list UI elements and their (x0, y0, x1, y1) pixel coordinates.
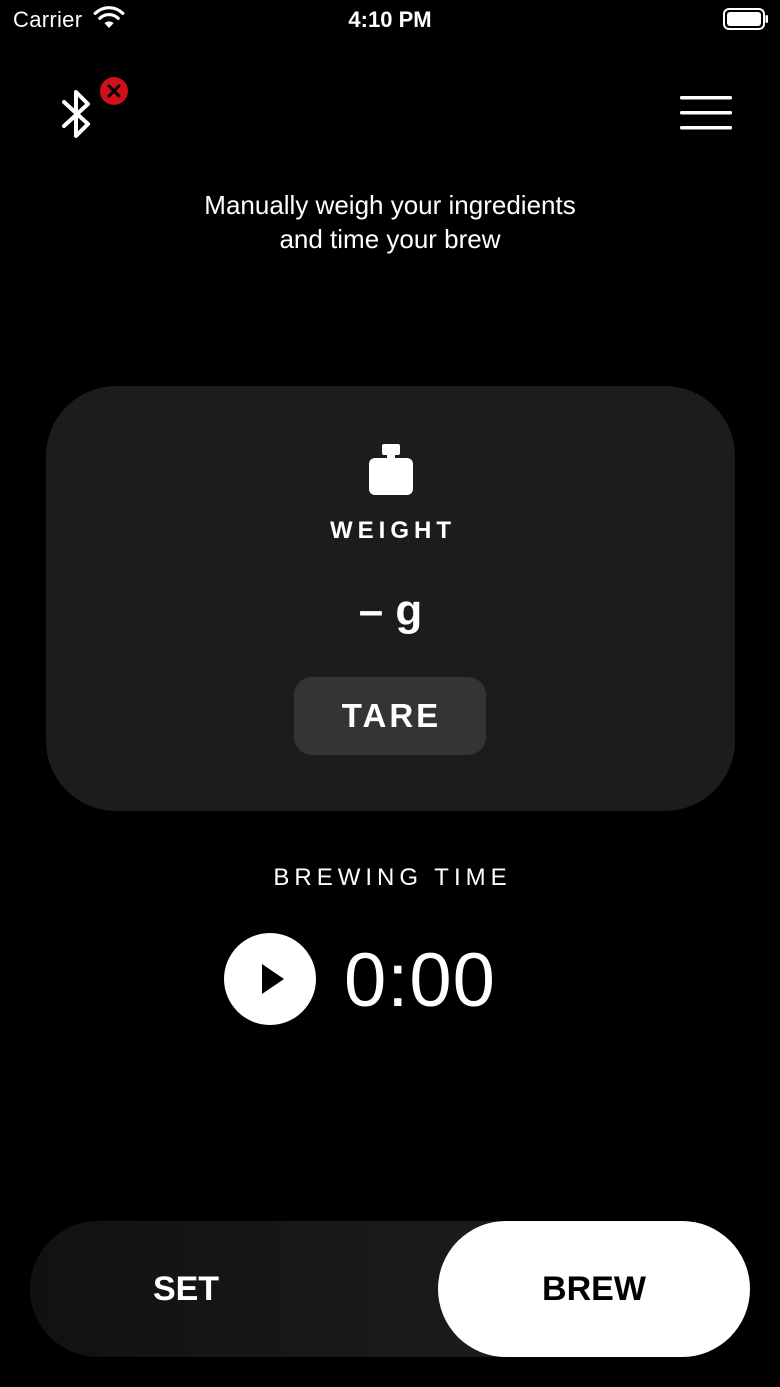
bluetooth-icon (62, 90, 90, 138)
play-icon (262, 964, 284, 994)
weight-card: WEIGHT – g TARE (46, 386, 735, 811)
mode-toggle: SET BREW (30, 1221, 750, 1357)
play-button[interactable] (224, 933, 316, 1025)
hamburger-menu-icon[interactable] (678, 92, 734, 134)
weight-value: – g (358, 586, 423, 635)
status-bar: Carrier 4:10 PM (0, 0, 780, 40)
brew-mode-button[interactable]: BREW (438, 1221, 750, 1357)
brew-timer: 0:00 (344, 938, 496, 1023)
status-time: 4:10 PM (348, 7, 432, 32)
close-icon (100, 77, 128, 105)
instruction-line-1: Manually weigh your ingredients (204, 190, 576, 220)
instruction-text: Manually weigh your ingredients and time… (0, 188, 780, 256)
brewing-time-label: BREWING TIME (273, 864, 512, 891)
bluetooth-status[interactable] (52, 76, 136, 146)
instruction-line-2: and time your brew (279, 224, 501, 254)
set-mode-button[interactable]: SET (30, 1221, 342, 1357)
tare-button[interactable]: TARE (294, 677, 486, 755)
battery-icon (723, 8, 768, 30)
scale-weight-icon (369, 444, 413, 495)
weight-label: WEIGHT (330, 517, 456, 544)
